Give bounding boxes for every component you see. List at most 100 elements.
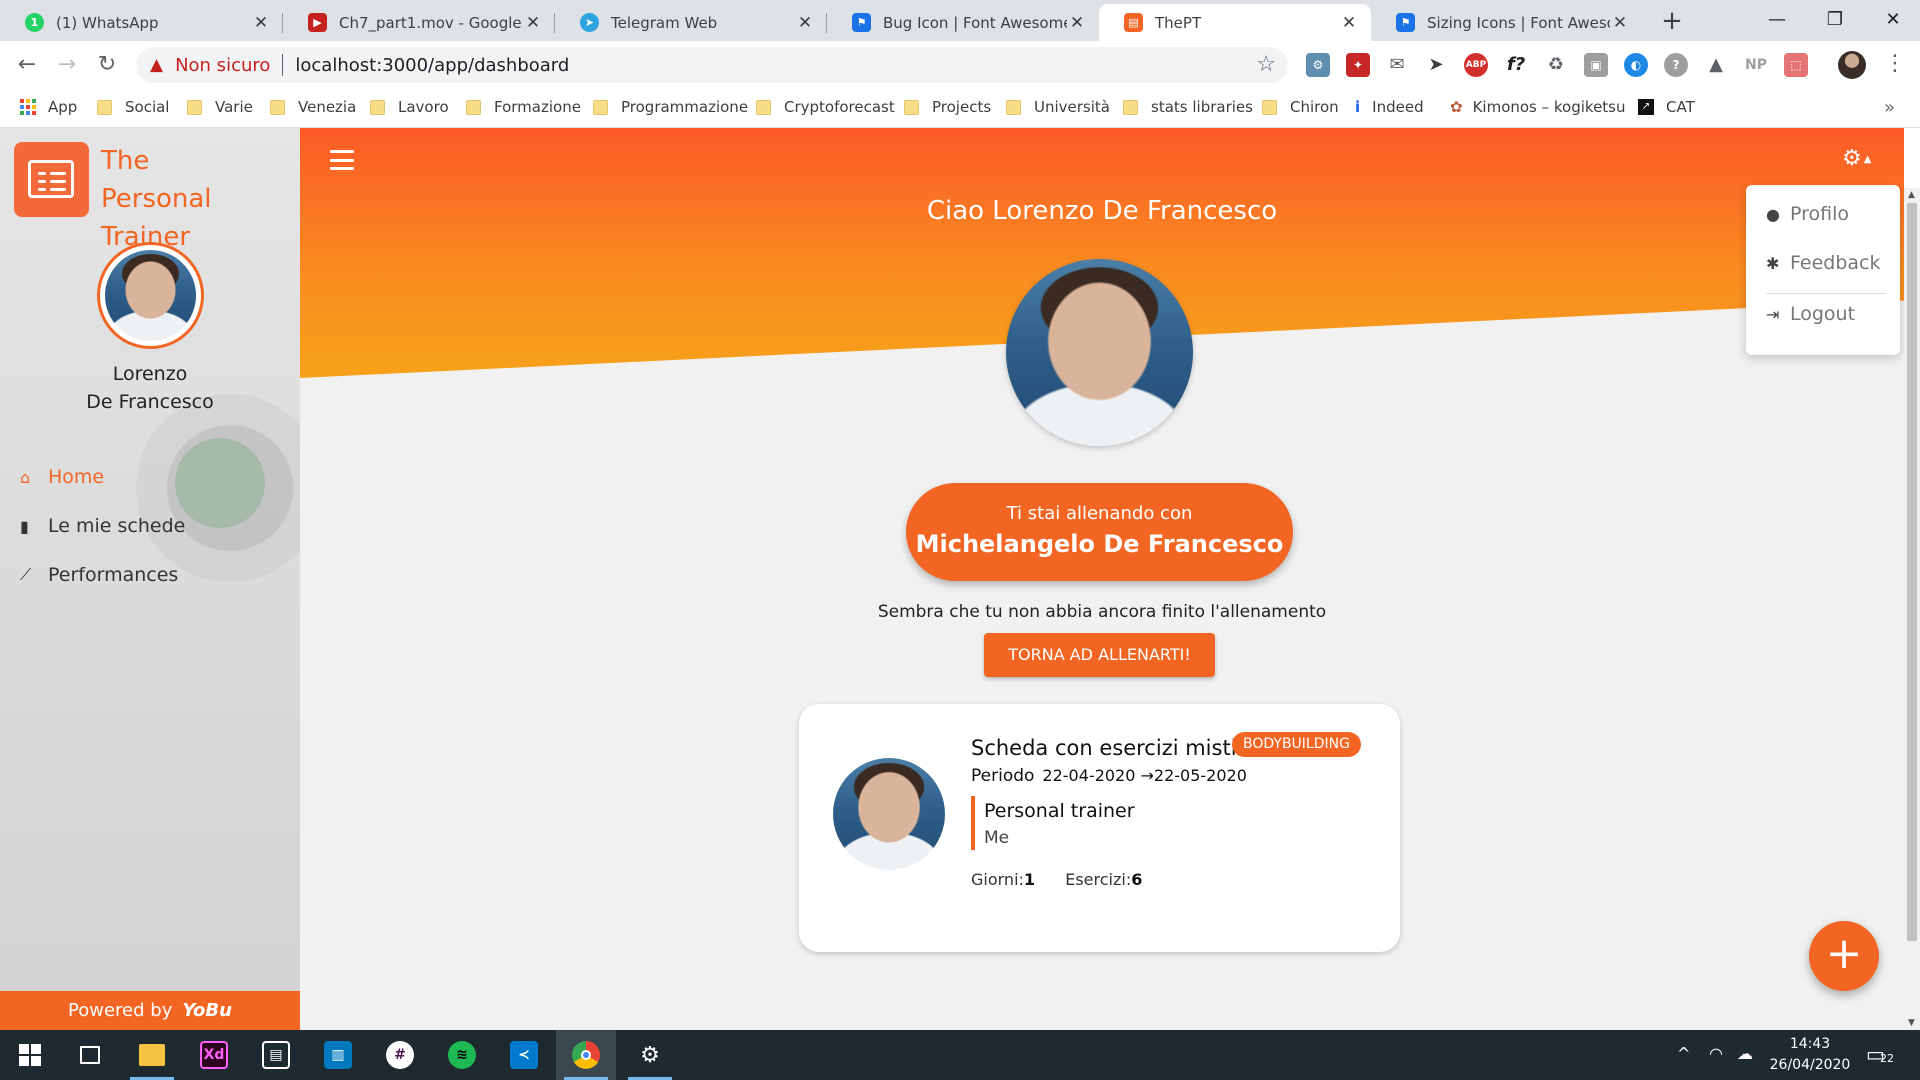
security-status[interactable]: Non sicuro	[175, 55, 270, 76]
trello-icon[interactable]: ▥	[308, 1030, 368, 1080]
system-clock[interactable]: 14:43 26/04/2020	[1765, 1034, 1855, 1076]
close-tab-icon[interactable]: ✕	[1067, 13, 1087, 33]
forward-button[interactable]: →	[50, 49, 84, 81]
close-tab-icon[interactable]: ✕	[523, 13, 543, 33]
trainer-info-button[interactable]: Ti stai allenando con Michelangelo De Fr…	[906, 483, 1293, 581]
bookmark-folder[interactable]: Chiron	[1262, 98, 1339, 116]
slack-icon[interactable]: #	[370, 1030, 430, 1080]
add-button[interactable]: +	[1809, 921, 1879, 991]
bookmark-folder[interactable]: Social	[97, 98, 169, 116]
bookmark-apps[interactable]: App	[20, 98, 77, 116]
close-tab-icon[interactable]: ✕	[251, 13, 271, 33]
plan-period: Periodo 22-04-2020 →22-05-2020	[971, 766, 1247, 786]
profile-avatar[interactable]	[1838, 51, 1866, 79]
help-icon[interactable]: ?	[1664, 53, 1688, 77]
gallery-icon[interactable]: ▣	[1584, 53, 1608, 77]
close-tab-icon[interactable]: ✕	[795, 13, 815, 33]
sidebar-avatar[interactable]	[97, 242, 204, 349]
settings-dropdown-toggle[interactable]: ⚙ ▲	[1842, 146, 1871, 171]
restore-button[interactable]: ❐	[1806, 0, 1864, 41]
more-bookmarks-icon[interactable]: »	[1884, 97, 1895, 118]
menu-item-logout[interactable]: ⇥ Logout	[1766, 303, 1855, 325]
spotify-icon[interactable]: ≋	[432, 1030, 492, 1080]
whatsapp-icon: 1	[25, 13, 44, 32]
abp-icon[interactable]: ABP	[1464, 53, 1488, 77]
nav-item-performances[interactable]: ⟋ Performances	[20, 564, 178, 586]
reload-button[interactable]: ↻	[90, 49, 124, 81]
folder-icon	[1262, 99, 1277, 115]
settings-icon[interactable]: ⚙	[620, 1030, 680, 1080]
back-button[interactable]: ←	[10, 49, 44, 81]
scroll-up-icon[interactable]: ▲	[1908, 190, 1915, 200]
bookmark-star-icon[interactable]: ☆	[1256, 52, 1276, 77]
send-icon[interactable]: ➤	[1424, 53, 1448, 77]
close-tab-icon[interactable]: ✕	[1610, 13, 1630, 33]
nav-item-le-mie-schede[interactable]: ▮ Le mie schede	[20, 515, 185, 537]
tab-thept[interactable]: ▤ ThePT ✕	[1099, 4, 1371, 41]
scroll-down-icon[interactable]: ▼	[1908, 1018, 1915, 1028]
bookmark-folder[interactable]: Università	[1006, 98, 1110, 116]
app-brand-name: The Personal Trainer	[101, 146, 212, 252]
drive-icon[interactable]: ▲	[1704, 53, 1728, 77]
fx-icon[interactable]: f?	[1504, 53, 1528, 77]
plan-card[interactable]: Scheda con esercizi misti BODYBUILDING P…	[799, 704, 1400, 952]
scrollbar-thumb[interactable]	[1907, 203, 1917, 941]
nav-item-home[interactable]: ⌂ Home	[20, 466, 104, 488]
np-icon[interactable]: NP	[1744, 53, 1768, 77]
folder-icon	[756, 99, 771, 115]
minimize-button[interactable]: —	[1748, 0, 1806, 41]
close-window-button[interactable]: ✕	[1864, 0, 1920, 41]
url-text[interactable]: localhost:3000/app/dashboard	[295, 55, 569, 76]
shield-icon[interactable]: ◐	[1624, 53, 1648, 77]
bookmark-folder[interactable]: Varie	[187, 98, 253, 116]
tab-whatsapp[interactable]: 1 (1) WhatsApp ✕	[0, 4, 283, 41]
code-editor-icon[interactable]: ▤	[246, 1030, 306, 1080]
address-bar[interactable]: ▲ Non sicuro localhost:3000/app/dashboar…	[136, 47, 1288, 83]
bookmark-folder[interactable]: Venezia	[270, 98, 356, 116]
bookmark-folder[interactable]: Formazione	[466, 98, 581, 116]
app-logo[interactable]	[14, 142, 89, 217]
bookmark-folder[interactable]: Cryptoforecast	[756, 98, 895, 116]
bookmark-folder[interactable]: Projects	[904, 98, 991, 116]
file-explorer-icon[interactable]	[122, 1030, 182, 1080]
main-profile-photo	[1006, 259, 1193, 446]
cat-icon: ↗	[1638, 99, 1654, 115]
menu-toggle-icon[interactable]	[330, 150, 354, 170]
bookmark-indeed[interactable]: ⅰ Indeed	[1355, 98, 1424, 116]
tab-google-drive[interactable]: ▶ Ch7_part1.mov - Google Driv ✕	[283, 4, 555, 41]
plan-trainer-block: Personal trainer Me	[971, 796, 1231, 850]
page-scrollbar[interactable]: ▲ ▼	[1904, 188, 1920, 1030]
close-tab-icon[interactable]: ✕	[1339, 13, 1359, 33]
bookmark-kimonos[interactable]: ✿ Kimonos – kogiketsu	[1450, 98, 1626, 116]
task-view-icon[interactable]	[60, 1030, 120, 1080]
tab-sizing-icons-font-awesome[interactable]: ⚑ Sizing Icons | Font Awesome ✕	[1371, 4, 1642, 41]
show-hidden-icons[interactable]: ^	[1677, 1044, 1690, 1063]
onedrive-icon[interactable]: ☁	[1737, 1044, 1753, 1063]
windows-start-icon[interactable]	[0, 1030, 60, 1080]
browser-menu-icon[interactable]: ⋮	[1884, 51, 1906, 76]
tab-telegram[interactable]: ➤ Telegram Web ✕	[555, 4, 827, 41]
browser-toolbar: ← → ↻ ▲ Non sicuro localhost:3000/app/da…	[0, 41, 1920, 89]
menu-item-feedback[interactable]: ✱ Feedback	[1766, 252, 1880, 274]
recycle-icon[interactable]: ♻	[1544, 53, 1568, 77]
wifi-icon[interactable]: ◠	[1709, 1044, 1723, 1063]
bookmark-cat[interactable]: ↗ CAT	[1638, 98, 1695, 116]
powered-by-footer[interactable]: Powered by YoBu	[0, 991, 300, 1030]
pdf-icon[interactable]: ⬚	[1784, 53, 1808, 77]
bookmark-folder[interactable]: stats libraries	[1123, 98, 1253, 116]
menu-item-profilo[interactable]: ● Profilo	[1766, 203, 1849, 225]
network-icon[interactable]: ⚙	[1306, 53, 1330, 77]
new-tab-button[interactable]: +	[1655, 4, 1689, 38]
puzzle-icon[interactable]: ✦	[1346, 53, 1370, 77]
adobe-xd-icon[interactable]: Xd	[184, 1030, 244, 1080]
folder-icon	[1123, 99, 1138, 115]
resume-workout-button[interactable]: TORNA AD ALLENARTI!	[984, 633, 1215, 677]
gear-icon: ⚙	[1842, 146, 1862, 171]
tab-bug-icon-font-awesome[interactable]: ⚑ Bug Icon | Font Awesome ✕	[827, 4, 1099, 41]
vscode-icon[interactable]: ≺	[494, 1030, 554, 1080]
bookmark-folder[interactable]: Programmazione	[593, 98, 748, 116]
mail-icon[interactable]: ✉	[1385, 53, 1409, 77]
bookmark-folder[interactable]: Lavoro	[370, 98, 449, 116]
notification-center-icon[interactable]: ▭ 22	[1866, 1042, 1894, 1066]
chrome-icon[interactable]	[556, 1030, 616, 1080]
